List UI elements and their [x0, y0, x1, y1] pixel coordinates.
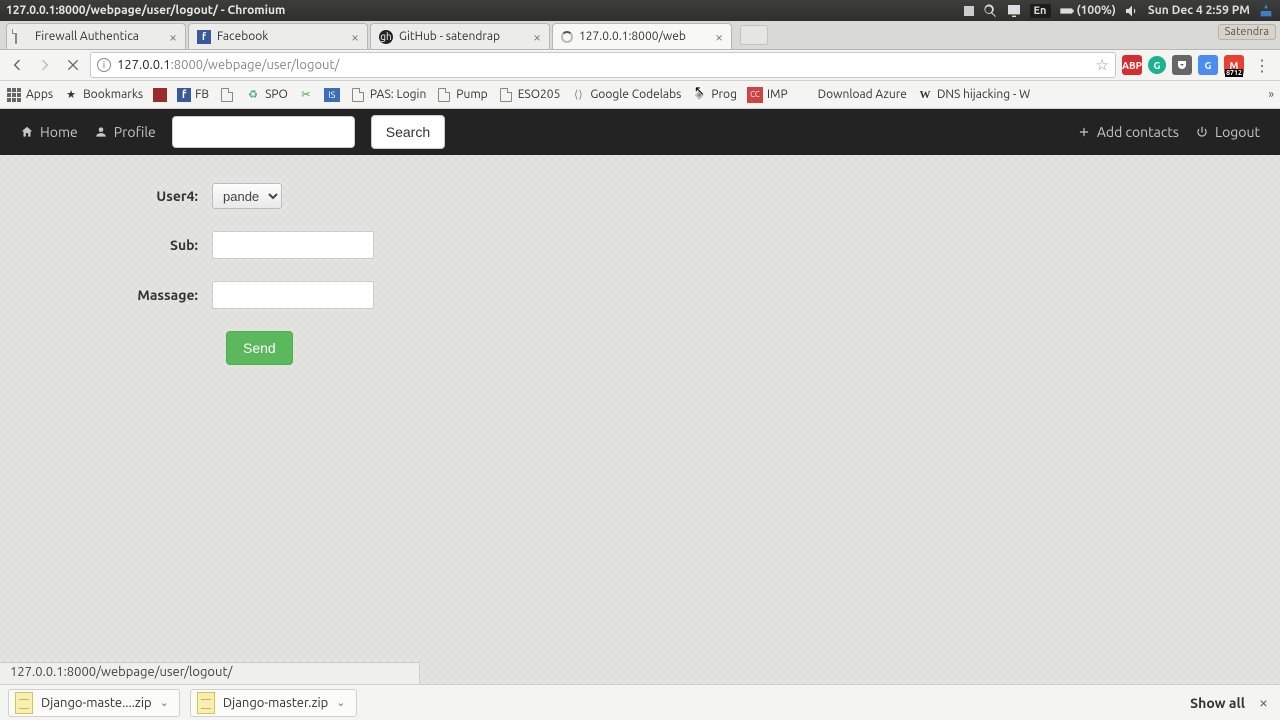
profile-chip[interactable]: Satendra [1218, 24, 1276, 40]
forward-button[interactable] [34, 54, 56, 76]
power-icon [1195, 125, 1209, 139]
bookmark-spo[interactable]: ♻SPO [245, 87, 288, 103]
bookmark-fb[interactable]: fFB [177, 88, 209, 102]
chevron-down-icon[interactable]: ⌄ [160, 696, 169, 709]
bookmark-dns[interactable]: WDNS hijacking - W [917, 87, 1030, 103]
bookmark-pas[interactable]: PAS: Login [350, 87, 426, 103]
close-icon[interactable]: × [533, 29, 541, 45]
bookmark-item[interactable]: ★Bookmarks [63, 87, 143, 103]
site-info-icon[interactable]: i [97, 58, 111, 72]
chevron-down-icon[interactable]: ⌄ [336, 696, 345, 709]
user-icon [94, 125, 108, 139]
bookmark-item[interactable] [153, 88, 167, 102]
tab-github[interactable]: gh GitHub - satendrap × [370, 23, 550, 49]
bookmark-codelabs[interactable]: ⟨⟩Google Codelabs [570, 87, 681, 103]
keyboard-lang[interactable]: En [1030, 4, 1051, 18]
loading-icon [561, 31, 573, 43]
app-navbar: Home Profile Search Add contacts Logout [0, 109, 1280, 155]
stop-button[interactable] [62, 54, 84, 76]
url-path: /webpage/user/logout/ [203, 58, 339, 72]
bookmark-item[interactable]: ✂ [298, 87, 314, 103]
sub-label: Sub: [0, 237, 212, 253]
show-all-downloads[interactable]: Show all [1190, 695, 1245, 711]
tab-firewall[interactable]: Firewall Authentica × [6, 23, 186, 49]
user-label: User4: [0, 188, 212, 204]
download-item[interactable]: Django-master.zip ⌄ [190, 689, 357, 717]
nav-logout[interactable]: Logout [1195, 124, 1260, 140]
tab-localhost[interactable]: 127.0.0.1:8000/web × [552, 23, 732, 49]
new-tab-button[interactable] [740, 25, 768, 45]
close-icon[interactable]: × [1255, 694, 1272, 712]
page-content: User4: pandey Sub: Massage: Send [0, 155, 1280, 365]
tab-facebook[interactable]: f Facebook × [188, 23, 368, 49]
tab-strip: Firewall Authentica × f Facebook × gh Gi… [0, 21, 1280, 50]
bookmark-eso205[interactable]: ESO205 [498, 87, 561, 103]
network-icon[interactable] [1006, 3, 1022, 19]
volume-icon[interactable] [1124, 3, 1140, 19]
browser-toolbar: i 127.0.0.1:8000/webpage/user/logout/ ☆ … [0, 50, 1280, 81]
address-bar[interactable]: i 127.0.0.1:8000/webpage/user/logout/ ☆ [90, 52, 1116, 78]
browser-menu-icon[interactable]: ⋮ [1250, 56, 1274, 75]
status-bar: 127.0.0.1:8000/webpage/user/logout/ [0, 662, 420, 684]
bookmark-star-icon[interactable]: ☆ [1096, 56, 1109, 74]
sub-input[interactable] [212, 231, 374, 259]
nav-add-contacts[interactable]: Add contacts [1077, 124, 1179, 140]
pocket-icon[interactable] [1172, 55, 1192, 75]
page-icon [15, 30, 29, 44]
window-title: 127.0.0.1:8000/webpage/user/logout/ - Ch… [6, 4, 285, 17]
back-button[interactable] [6, 54, 28, 76]
message-label: Massage: [0, 287, 212, 303]
url-host: 127.0.0.1 [117, 58, 171, 72]
url-port: :8000 [171, 58, 204, 72]
gmail-icon[interactable]: M [1224, 55, 1244, 75]
nav-home[interactable]: Home [20, 124, 78, 140]
send-button[interactable]: Send [226, 331, 293, 365]
downloads-bar: Django-maste....zip ⌄ Django-master.zip … [0, 684, 1280, 720]
adblock-icon[interactable]: ABP [1122, 55, 1142, 75]
bookmark-imp[interactable]: CCIMP [747, 87, 788, 103]
nav-profile[interactable]: Profile [94, 124, 156, 140]
archive-icon [15, 692, 33, 714]
bookmark-pump[interactable]: Pump [436, 87, 487, 103]
user-select[interactable]: pandey [212, 183, 282, 209]
home-icon [20, 125, 34, 139]
apps-button[interactable]: Apps [6, 87, 53, 103]
battery-indicator[interactable]: (100%) [1059, 3, 1116, 19]
bookmark-item[interactable]: IS [324, 88, 340, 102]
tray-record-icon[interactable] [964, 6, 974, 16]
download-item[interactable]: Django-maste....zip ⌄ [8, 689, 180, 717]
os-titlebar: 127.0.0.1:8000/webpage/user/logout/ - Ch… [0, 0, 1280, 21]
close-icon[interactable]: × [351, 29, 359, 45]
bookmark-item[interactable] [219, 87, 235, 103]
bookmark-prog[interactable]: ◈Prog [691, 87, 737, 103]
translate-icon[interactable]: G [1198, 55, 1218, 75]
bookmarks-bar: Apps ★Bookmarks fFB ♻SPO ✂ IS PAS: Login… [0, 81, 1280, 109]
system-tray: En (100%) Sun Dec 4 2:59 PM [964, 3, 1274, 19]
search-icon[interactable] [982, 3, 998, 19]
plus-icon [1077, 125, 1091, 139]
message-input[interactable] [212, 281, 374, 309]
github-icon: gh [379, 30, 393, 44]
facebook-icon: f [197, 30, 211, 44]
session-icon[interactable] [1258, 3, 1274, 19]
search-input[interactable] [172, 116, 355, 148]
close-icon[interactable]: × [169, 29, 177, 45]
search-button[interactable]: Search [371, 115, 445, 149]
bookmarks-overflow-icon[interactable]: » [1268, 88, 1274, 101]
grammarly-icon[interactable]: G [1148, 56, 1166, 74]
clock[interactable]: Sun Dec 4 2:59 PM [1148, 4, 1250, 17]
archive-icon [197, 692, 215, 714]
close-icon[interactable]: × [715, 29, 723, 45]
bookmark-azure[interactable]: Download Azure [798, 87, 907, 103]
